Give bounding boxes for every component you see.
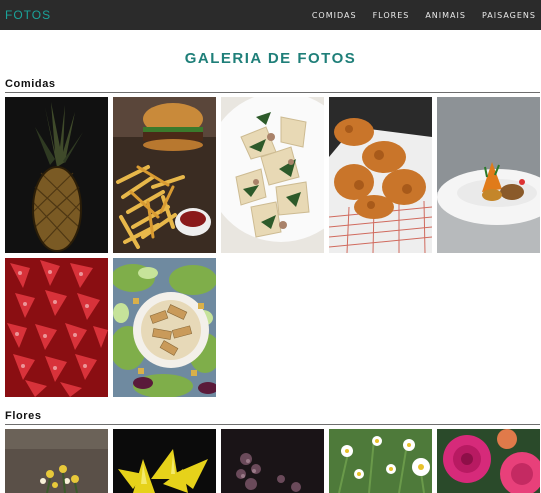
photo-yellow-small-flowers[interactable] [5,429,108,493]
photo-strawberries[interactable] [5,258,108,397]
nav-link-flores[interactable]: FLORES [373,11,410,20]
photo-pineapple[interactable] [5,97,108,253]
section-title-comidas: Comidas [5,78,540,93]
photo-yellow-lily[interactable] [113,429,216,493]
photo-dark-purple-flowers[interactable] [221,429,324,493]
navbar: FOTOS COMIDAS FLORES ANIMAIS PAISAGENS [0,0,541,30]
photo-burger-and-fries[interactable] [113,97,216,253]
photo-fried-chicken[interactable] [329,97,432,253]
section-flores: Flores [0,410,541,493]
photo-pink-roses[interactable] [437,429,540,493]
section-title-flores: Flores [5,410,540,425]
photo-grid-comidas [5,97,541,402]
photo-gourmet-dish[interactable] [437,97,540,253]
photo-pasta-plate[interactable] [221,97,324,253]
section-comidas: Comidas [0,78,541,402]
brand-logo[interactable]: FOTOS [5,8,51,22]
photo-white-daisies[interactable] [329,429,432,493]
nav-link-comidas[interactable]: COMIDAS [312,11,357,20]
photo-grid-flores [5,429,541,493]
nav-link-paisagens[interactable]: PAISAGENS [482,11,536,20]
nav-link-animais[interactable]: ANIMAIS [425,11,466,20]
page-title: GALERIA DE FOTOS [184,50,357,67]
nav-links: COMIDAS FLORES ANIMAIS PAISAGENS [312,11,536,20]
photo-salad-bowl[interactable] [113,258,216,397]
